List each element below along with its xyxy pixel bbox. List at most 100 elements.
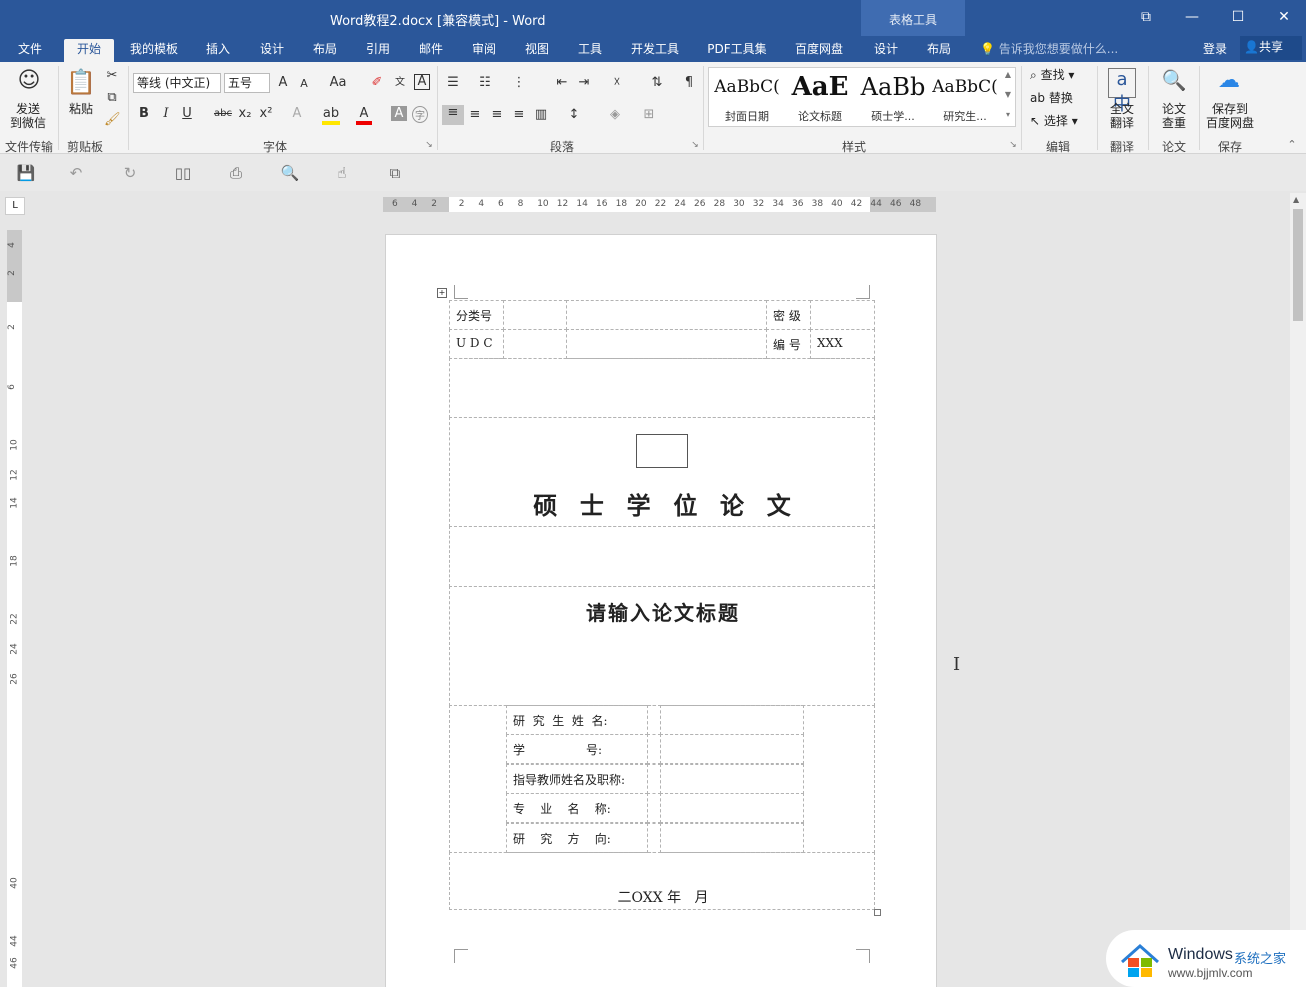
- styles-more-icon[interactable]: ▾: [1001, 110, 1015, 119]
- info-value-field[interactable]: [660, 793, 804, 824]
- info-gap-cell[interactable]: [647, 705, 661, 735]
- maximize-icon[interactable]: ☐: [1226, 6, 1250, 28]
- char-border-icon[interactable]: A: [414, 74, 430, 90]
- tab-developer[interactable]: 开发工具: [625, 39, 685, 62]
- text-direction-icon[interactable]: ☓: [608, 75, 626, 90]
- styles-scroll-up-icon[interactable]: ▲: [1001, 70, 1015, 79]
- multilevel-list-icon[interactable]: ⋮: [510, 75, 528, 90]
- format-painter-icon[interactable]: 🖌: [104, 112, 121, 127]
- info-value-field[interactable]: [660, 763, 804, 794]
- horizontal-ruler[interactable]: 6 4 2 2 4 6 8 10 12 14 16 18 20 22 24 26 28 30 32 34 36 38 40 4…: [383, 197, 936, 212]
- collapse-ribbon-icon[interactable]: ⌃: [1286, 138, 1298, 151]
- scroll-up-icon[interactable]: ▲: [1293, 195, 1299, 204]
- distributed-icon[interactable]: ▥: [532, 107, 550, 122]
- table-resize-handle[interactable]: [874, 909, 881, 916]
- degree-title-cell[interactable]: 硕 士 学 位 论 文: [449, 417, 875, 527]
- tab-my-templates[interactable]: 我的模板: [124, 39, 184, 62]
- paper-check-button[interactable]: 论文 查重: [1154, 102, 1194, 130]
- info-gap-cell[interactable]: [647, 734, 661, 765]
- serial-number-value[interactable]: XXX: [810, 329, 875, 359]
- borders-icon[interactable]: ⊞: [640, 107, 658, 122]
- text-effects-icon[interactable]: A: [289, 106, 305, 121]
- tab-pdf-tools[interactable]: PDF工具集: [701, 39, 773, 62]
- phonetic-guide-icon[interactable]: 文: [392, 73, 408, 88]
- blank-cell[interactable]: [566, 300, 767, 330]
- tab-layout[interactable]: 布局: [305, 39, 345, 62]
- date-cell[interactable]: 二OXX 年 月: [449, 852, 875, 910]
- grow-font-icon[interactable]: A: [276, 75, 290, 90]
- find-button[interactable]: ⌕ 查找 ▾: [1030, 68, 1094, 82]
- secret-level-value[interactable]: [810, 300, 875, 330]
- document-page[interactable]: + 分类号 密 级 U D C 编 号 XXX 硕 士 学 位 论 文 请输入论…: [385, 234, 937, 987]
- subscript-icon[interactable]: x₂: [237, 106, 253, 121]
- shading-icon[interactable]: ◈: [606, 107, 624, 122]
- paragraph-dialog-launcher-icon[interactable]: ↘: [690, 140, 700, 150]
- touch-mode-icon[interactable]: ☝: [332, 163, 352, 183]
- info-gap-cell[interactable]: [647, 822, 661, 853]
- enclose-char-icon[interactable]: 字: [412, 106, 428, 123]
- tab-table-design[interactable]: 设计: [866, 39, 906, 62]
- classification-value[interactable]: [503, 300, 567, 330]
- print-preview-icon[interactable]: ⎙: [226, 163, 246, 183]
- udc-value[interactable]: [503, 329, 567, 359]
- cut-icon[interactable]: ✂: [104, 68, 120, 83]
- underline-icon[interactable]: U: [181, 106, 193, 121]
- style-master-degree[interactable]: AaBb 硕士学...: [857, 72, 929, 124]
- highlight-icon[interactable]: ab: [322, 106, 340, 125]
- logo-placeholder[interactable]: [636, 434, 688, 468]
- font-color-icon[interactable]: A: [356, 106, 372, 125]
- close-icon[interactable]: ✕: [1272, 6, 1296, 28]
- tab-file[interactable]: 文件: [10, 39, 50, 62]
- paste-button[interactable]: 粘贴: [64, 102, 98, 116]
- reading-mode-icon[interactable]: ▯▯: [173, 163, 193, 183]
- font-name-select[interactable]: 等线 (中文正): [133, 73, 221, 93]
- bullets-icon[interactable]: ☰: [444, 75, 462, 90]
- share-button[interactable]: 👤共享: [1240, 36, 1302, 60]
- styles-dialog-launcher-icon[interactable]: ↘: [1008, 140, 1018, 150]
- sort-icon[interactable]: ⇅: [648, 75, 666, 90]
- info-gap-cell[interactable]: [647, 793, 661, 824]
- char-shading-icon[interactable]: A: [391, 106, 407, 121]
- styles-scroll-down-icon[interactable]: ▼: [1001, 90, 1015, 99]
- table-move-handle-icon[interactable]: +: [437, 288, 447, 298]
- tab-tools[interactable]: 工具: [570, 39, 610, 62]
- blank-row[interactable]: [449, 526, 875, 587]
- tab-view[interactable]: 视图: [517, 39, 557, 62]
- tell-me-search[interactable]: 💡 告诉我您想要做什么...: [980, 40, 1118, 57]
- tab-table-layout[interactable]: 布局: [919, 39, 959, 62]
- thesis-title-cell[interactable]: 请输入论文标题: [449, 586, 875, 706]
- vertical-scrollbar[interactable]: ▲: [1290, 193, 1306, 987]
- minimize-icon[interactable]: —: [1180, 6, 1204, 28]
- font-size-select[interactable]: 五号: [224, 73, 270, 93]
- tab-design[interactable]: 设计: [252, 39, 292, 62]
- decrease-indent-icon[interactable]: ⇤: [553, 75, 571, 90]
- copy-icon[interactable]: ⧉: [104, 90, 120, 105]
- shrink-font-icon[interactable]: A: [297, 77, 311, 90]
- info-value-field[interactable]: [660, 705, 804, 735]
- blank-row[interactable]: [449, 358, 875, 418]
- zoom-preview-icon[interactable]: 🔍: [280, 163, 300, 183]
- tab-stop-selector[interactable]: L: [5, 197, 25, 215]
- italic-icon[interactable]: I: [160, 106, 172, 121]
- numbering-icon[interactable]: ☷: [476, 75, 494, 90]
- login-link[interactable]: 登录: [1203, 40, 1227, 57]
- full-translate-button[interactable]: 全文 翻译: [1102, 102, 1142, 130]
- bold-icon[interactable]: B: [138, 106, 150, 121]
- info-value-field[interactable]: [660, 822, 804, 853]
- increase-indent-icon[interactable]: ⇥: [575, 75, 593, 90]
- superscript-icon[interactable]: x²: [258, 106, 274, 121]
- justify-icon[interactable]: ≡: [510, 107, 528, 122]
- font-dialog-launcher-icon[interactable]: ↘: [424, 140, 434, 150]
- align-right-icon[interactable]: ≡: [488, 107, 506, 122]
- tab-insert[interactable]: 插入: [198, 39, 238, 62]
- change-case-icon[interactable]: Aa: [326, 75, 350, 90]
- tab-mailings[interactable]: 邮件: [411, 39, 451, 62]
- align-center-icon[interactable]: ≡: [466, 107, 484, 122]
- style-cover-date[interactable]: AaBbC( 封面日期: [711, 72, 783, 124]
- style-thesis-title[interactable]: AaE 论文标题: [784, 72, 856, 124]
- clear-format-icon[interactable]: ✐: [370, 75, 384, 90]
- align-left-icon[interactable]: ≡: [442, 105, 464, 125]
- line-spacing-icon[interactable]: ↕: [564, 107, 584, 122]
- select-button[interactable]: ↖ 选择 ▾: [1030, 114, 1094, 128]
- tab-home[interactable]: 开始: [64, 39, 114, 62]
